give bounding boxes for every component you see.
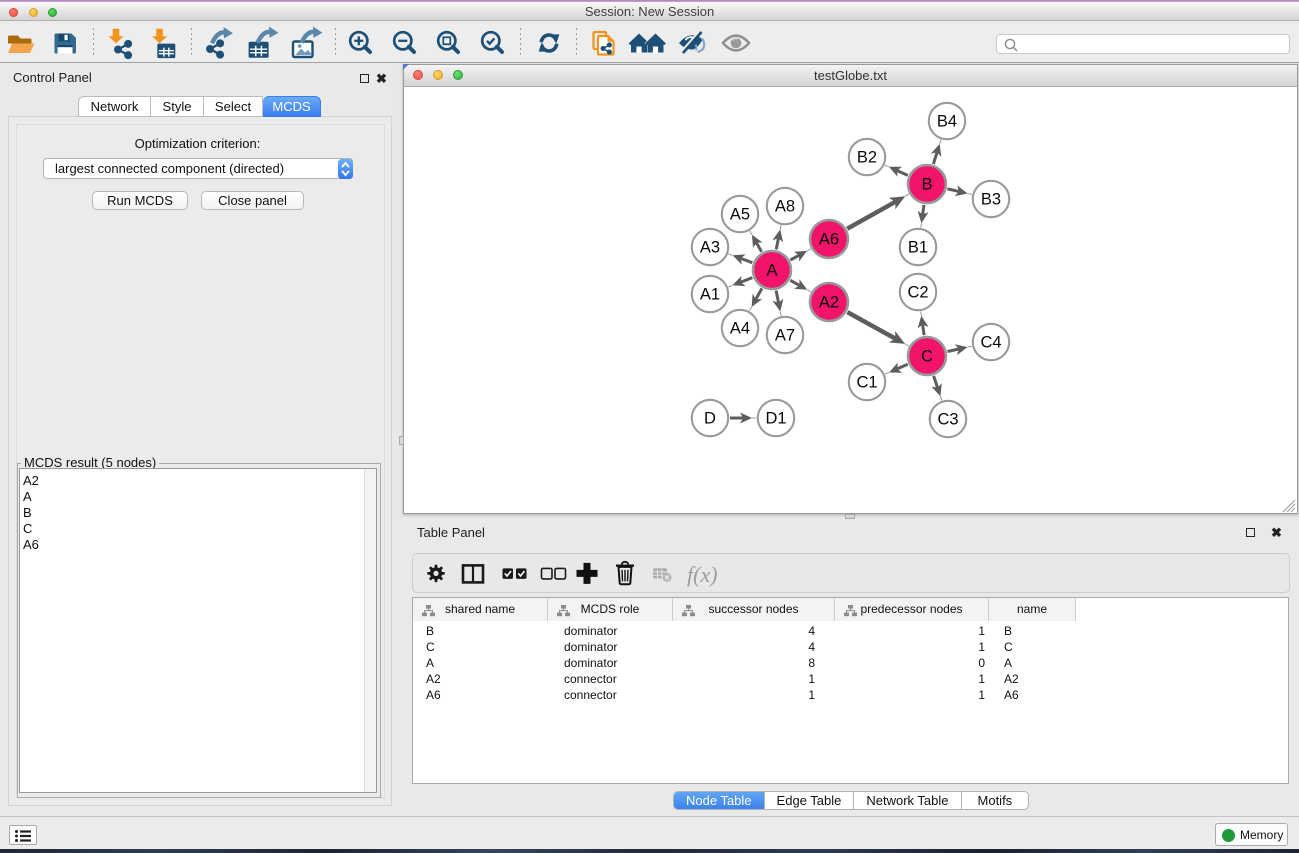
svg-text:A5: A5 xyxy=(730,206,750,224)
svg-text:C4: C4 xyxy=(980,334,1001,352)
svg-text:A1: A1 xyxy=(700,286,720,304)
svg-text:D1: D1 xyxy=(765,410,786,428)
svg-text:A8: A8 xyxy=(775,198,795,216)
svg-text:A4: A4 xyxy=(730,320,750,338)
svg-text:B: B xyxy=(921,176,932,194)
svg-text:B3: B3 xyxy=(981,191,1001,209)
svg-text:C1: C1 xyxy=(856,374,877,392)
svg-text:A3: A3 xyxy=(700,239,720,257)
svg-text:A2: A2 xyxy=(819,294,839,312)
svg-text:B4: B4 xyxy=(937,113,957,131)
svg-text:A7: A7 xyxy=(775,327,795,345)
svg-text:A6: A6 xyxy=(819,231,839,249)
svg-text:D: D xyxy=(704,410,716,428)
svg-text:C2: C2 xyxy=(907,284,928,302)
svg-text:B2: B2 xyxy=(857,149,877,167)
svg-text:C3: C3 xyxy=(937,411,958,429)
svg-text:C: C xyxy=(921,348,933,366)
svg-text:A: A xyxy=(766,262,777,280)
svg-text:B1: B1 xyxy=(908,239,928,257)
